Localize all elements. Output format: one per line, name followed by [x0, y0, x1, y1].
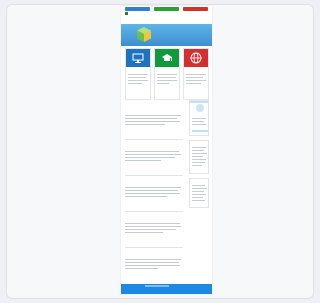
- feature-header-3: [184, 49, 208, 67]
- sidebar-text-line: [192, 124, 206, 125]
- article-text-line: [125, 223, 180, 224]
- feature-card-2[interactable]: [154, 48, 180, 100]
- feature-card-3[interactable]: [183, 48, 209, 100]
- graduation-cap-icon: [162, 54, 172, 61]
- article-text-line: [125, 226, 181, 227]
- sidebar-box-profile: [189, 100, 209, 136]
- feature-text-line: [157, 74, 177, 75]
- website-page: [121, 6, 212, 294]
- sidebar-link[interactable]: [192, 185, 205, 186]
- sidebar-link[interactable]: [192, 194, 206, 195]
- feature-text-line: [128, 80, 148, 81]
- article-text-line: [125, 229, 176, 230]
- cube-icon: [137, 27, 151, 42]
- logo-icon: [125, 12, 128, 15]
- top-button-red[interactable]: [183, 7, 208, 11]
- sidebar-link[interactable]: [192, 156, 203, 157]
- sidebar-link[interactable]: [192, 162, 205, 163]
- sidebar-link[interactable]: [192, 165, 202, 166]
- sidebar-link[interactable]: [192, 153, 207, 154]
- article-text-line: [125, 259, 181, 260]
- feature-text-line: [186, 80, 206, 81]
- footer: [121, 284, 212, 294]
- sidebar-link[interactable]: [192, 197, 203, 198]
- article-divider: [125, 139, 183, 140]
- footer-button[interactable]: [145, 285, 169, 287]
- hero-banner: [121, 24, 212, 46]
- feature-text-line: [157, 77, 176, 78]
- feature-card-1[interactable]: [125, 48, 151, 100]
- article-text-line: [125, 268, 158, 269]
- article-text-line: [125, 196, 167, 197]
- avatar: [196, 104, 204, 112]
- globe-icon: [190, 52, 202, 64]
- article-text-line: [125, 154, 181, 155]
- article-text-line: [125, 118, 177, 119]
- top-bar: [125, 7, 208, 11]
- article-text-line: [125, 121, 180, 122]
- article-text-line: [125, 193, 180, 194]
- feature-text-line: [157, 83, 169, 84]
- feature-text-line: [186, 74, 206, 75]
- feature-text-line: [128, 77, 146, 78]
- top-button-blue[interactable]: [125, 7, 150, 11]
- sidebar-link[interactable]: [192, 147, 206, 148]
- feature-header-2: [155, 49, 179, 67]
- sidebar-box-links: [189, 140, 209, 174]
- article-text-line: [125, 160, 161, 161]
- article-text-line: [125, 151, 179, 152]
- monitor-icon: [132, 53, 144, 63]
- sidebar: [189, 100, 209, 276]
- article-divider: [125, 211, 183, 212]
- article-text-line: [125, 187, 181, 188]
- feature-text-line: [186, 77, 203, 78]
- feature-header-1: [126, 49, 150, 67]
- logo-row[interactable]: [125, 12, 208, 15]
- feature-text-line: [128, 83, 142, 84]
- sidebar-text-line: [192, 121, 204, 122]
- top-button-green[interactable]: [154, 7, 179, 11]
- feature-text-line: [157, 80, 177, 81]
- sidebar-text-line: [192, 118, 206, 119]
- article-text-line: [125, 115, 181, 116]
- sidebar-link[interactable]: [192, 150, 204, 151]
- sidebar-box-archive: [189, 178, 209, 208]
- feature-text-line: [186, 83, 201, 84]
- article-text-line: [125, 190, 178, 191]
- article-text-line: [125, 232, 163, 233]
- article-text-line: [125, 265, 180, 266]
- sidebar-link[interactable]: [192, 200, 205, 201]
- sidebar-link[interactable]: [192, 188, 207, 189]
- article-text-line: [125, 157, 175, 158]
- article-divider: [125, 175, 183, 176]
- article-divider: [125, 247, 183, 248]
- sidebar-link[interactable]: [192, 191, 204, 192]
- sidebar-band: [192, 130, 208, 132]
- sidebar-link[interactable]: [192, 159, 206, 160]
- sidebar-band: [190, 101, 208, 103]
- article-text-line: [125, 124, 165, 125]
- feature-text-line: [128, 74, 148, 75]
- article-text-line: [125, 262, 179, 263]
